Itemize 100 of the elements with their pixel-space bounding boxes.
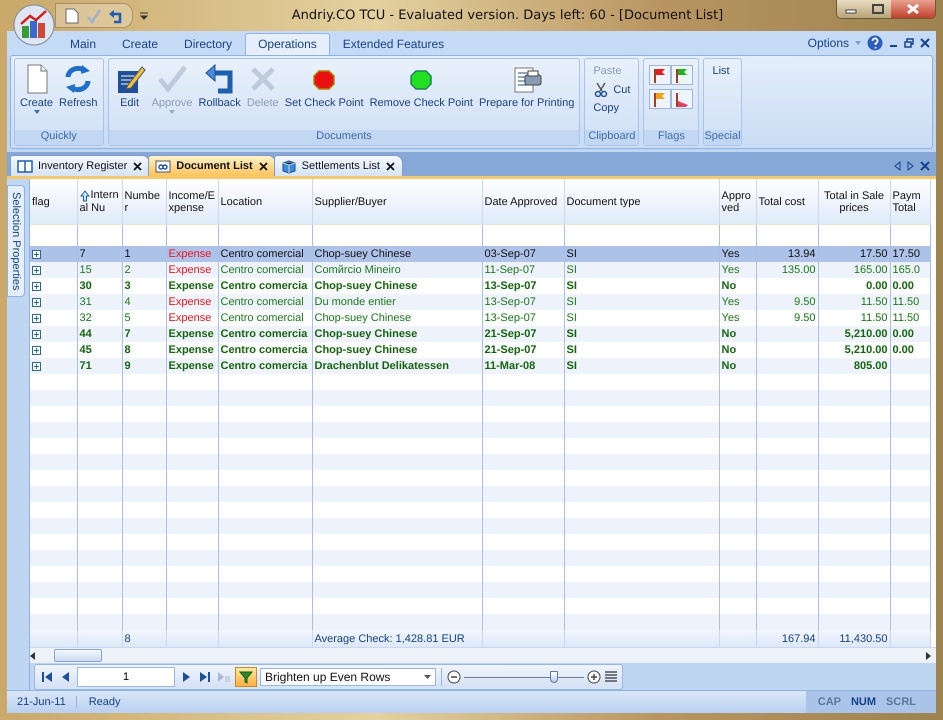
table-cell: Chop-suey Chinese [312, 246, 482, 262]
close-icon[interactable] [920, 38, 930, 48]
filter-icon[interactable] [239, 670, 253, 684]
restore-icon[interactable] [904, 38, 914, 48]
scissors-icon[interactable] [593, 82, 610, 97]
column-header[interactable]: Internal Nu [77, 179, 122, 224]
ribbon-tab[interactable]: Operations [245, 33, 330, 55]
sort-arrow-icon[interactable] [80, 190, 90, 202]
caret-icon[interactable] [424, 674, 431, 678]
view-dropdown[interactable]: Brighten up Even Rows [260, 668, 436, 686]
ribbon-tab[interactable]: Directory [171, 33, 246, 55]
close-icon[interactable] [384, 160, 396, 172]
ribbon-tab[interactable]: Create [109, 33, 172, 55]
toolbar-button[interactable]: Set Check Point [282, 61, 367, 130]
scroll-right-icon[interactable] [926, 652, 932, 660]
table-cell: 11.50 [890, 294, 930, 310]
side-panel-tab[interactable]: Selection Properties [7, 185, 25, 298]
options-menu[interactable]: Options [808, 36, 849, 50]
maximize-button[interactable] [864, 0, 891, 18]
close-button[interactable] [891, 0, 935, 18]
table-cell: 7 [77, 246, 122, 262]
column-header[interactable]: Income/Expense [166, 179, 218, 224]
dropdown-icon[interactable] [139, 10, 149, 22]
toolbar-button[interactable]: Copy [591, 101, 632, 115]
expand-icon[interactable] [32, 362, 41, 370]
ribbon-tab[interactable]: Extended Features [330, 33, 458, 55]
table-cell: 9 [122, 358, 166, 374]
toolbar-button[interactable]: Create [17, 61, 56, 130]
document-tab[interactable]: Document List [148, 155, 276, 176]
document-tab[interactable]: Inventory Register [10, 155, 150, 176]
expand-icon[interactable] [32, 250, 41, 258]
expand-icon[interactable] [32, 346, 41, 354]
toolbar-button[interactable]: Rollback [196, 61, 244, 130]
book-icon [17, 158, 33, 174]
toolbar-button[interactable]: Cut [591, 81, 632, 98]
caret-icon[interactable] [34, 110, 40, 115]
column-header[interactable]: Total in Sale prices [818, 179, 890, 224]
table-cell: SI [564, 294, 719, 310]
undo-icon[interactable] [108, 8, 124, 24]
table-cell: 11-Sep-07 [482, 262, 564, 278]
summary-cell: 8 [122, 630, 166, 647]
expand-icon[interactable] [32, 266, 41, 274]
slider-thumb[interactable] [550, 670, 558, 682]
maximize-icon[interactable] [872, 4, 884, 14]
zoom-in-icon[interactable] [587, 670, 601, 684]
zoom-out-icon[interactable] [447, 670, 461, 684]
expand-icon[interactable] [32, 298, 41, 306]
column-header[interactable]: Approved [719, 179, 756, 224]
group-label: Special [704, 130, 741, 145]
status-date: 21-Jun-11 [7, 696, 77, 708]
column-header[interactable]: Supplier/Buyer [312, 179, 482, 224]
expand-icon[interactable] [32, 330, 41, 338]
help-icon[interactable] [867, 35, 883, 51]
column-header[interactable]: Paym Total [890, 179, 930, 224]
toolbar-button[interactable]: Remove Check Point [366, 61, 476, 130]
table-cell: Expense [166, 262, 218, 278]
checkmark-icon[interactable] [86, 8, 102, 24]
table-cell: 11.50 [818, 294, 890, 310]
scrollbar-thumb[interactable] [54, 649, 102, 662]
column-header[interactable]: Date Approved [482, 179, 564, 224]
summary-cell: 167.94 [756, 630, 818, 647]
toolbar-button[interactable]: Refresh [56, 61, 101, 130]
column-header[interactable]: Location [218, 179, 312, 224]
tab-label[interactable]: Settlements List [302, 160, 380, 172]
close-icon[interactable] [258, 160, 269, 172]
expand-icon[interactable] [32, 282, 41, 290]
group-label: Quickly [15, 130, 103, 145]
column-header[interactable]: Total cost [756, 179, 818, 224]
list-icon[interactable] [604, 670, 618, 683]
page-number-field[interactable]: 1 [77, 666, 175, 686]
table-cell: SI [564, 262, 719, 278]
table-cell: SI [564, 326, 719, 342]
tab-label[interactable]: Document List [176, 160, 253, 172]
table-cell: 15 [77, 262, 122, 278]
toolbar-button[interactable]: List [710, 64, 732, 78]
table-cell: Centro comercia [218, 326, 312, 342]
new-document-icon[interactable] [64, 8, 80, 24]
table-cell: 71 [77, 358, 122, 374]
table-cell: 0.00 [890, 326, 930, 342]
column-header[interactable]: Document type [564, 179, 719, 224]
cube-icon [280, 158, 297, 174]
document-tab[interactable]: Settlements List [274, 155, 403, 176]
toolbar-button[interactable]: Prepare for Printing [476, 61, 578, 130]
column-header[interactable]: flag [30, 179, 77, 224]
table-cell: 9.50 [756, 294, 818, 310]
column-header[interactable]: Number [122, 179, 166, 224]
close-icon[interactable] [132, 160, 144, 172]
table-cell: Centro comercial [218, 246, 312, 262]
tab-label[interactable]: Inventory Register [38, 160, 128, 172]
table-cell: Centro comercial [218, 294, 312, 310]
filter-button[interactable] [235, 666, 257, 686]
minimize-button[interactable] [837, 0, 864, 18]
table-cell: 17.50 [818, 246, 890, 262]
table-cell: 13.94 [756, 246, 818, 262]
toolbar-button[interactable]: Edit [110, 61, 149, 130]
table-cell: Expense [166, 326, 218, 342]
table-cell: 13-Sep-07 [482, 294, 564, 310]
expand-icon[interactable] [32, 314, 41, 322]
table-cell: No [719, 326, 756, 342]
ribbon-tab[interactable]: Main [57, 33, 110, 55]
